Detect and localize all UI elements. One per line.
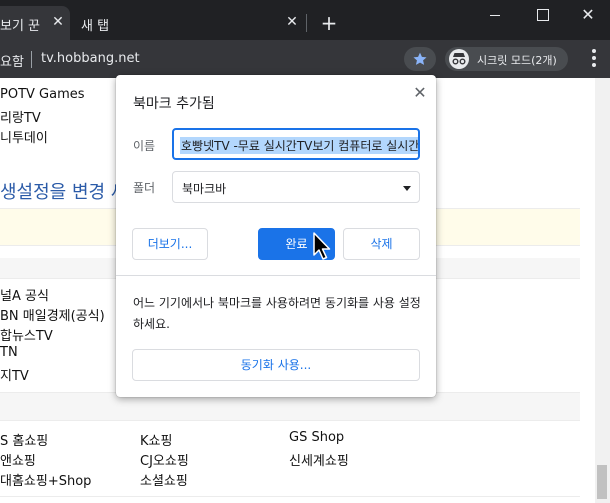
shopping-link[interactable]: S 홈쇼핑 [0, 430, 48, 449]
omnibox-separator [31, 51, 32, 68]
shopping-link[interactable]: 앤쇼핑 [0, 450, 36, 469]
shopping-link[interactable]: 소셜쇼핑 [140, 470, 188, 489]
scrollbar-thumb[interactable] [597, 465, 607, 499]
page-scrollbar[interactable] [595, 78, 610, 503]
folder-select[interactable]: 북마크바 [172, 171, 420, 203]
chevron-down-icon [403, 186, 411, 191]
security-indicator[interactable]: 요함 [0, 51, 24, 70]
incognito-button[interactable]: 시크릿 모드(2개) [445, 47, 568, 71]
incognito-icon [449, 49, 469, 69]
bookmark-star-button[interactable] [404, 47, 436, 71]
channel-link[interactable]: 널A 공식 [0, 285, 49, 304]
channel-link[interactable]: 합뉴스TV [0, 325, 53, 344]
window-close-button[interactable]: ✕ [573, 4, 603, 26]
name-label: 이름 [133, 139, 156, 153]
more-button[interactable]: 더보기... [132, 228, 208, 260]
divider [0, 496, 580, 497]
channel-link[interactable]: 니투데이 [0, 127, 48, 146]
bookmark-name-value: 호빵넷TV -무료 실시간TV보기 컴퓨터로 실시간 [180, 137, 420, 154]
tab-title: 새 탭 [81, 19, 110, 34]
channel-link[interactable]: 리랑TV [0, 107, 41, 126]
bookmark-added-dialog: 북마크 추가됨 ✕ 이름 호빵넷TV -무료 실시간TV보기 컴퓨터로 실시간 … [116, 75, 436, 397]
incognito-label: 시크릿 모드(2개) [477, 54, 557, 67]
tab-close-icon[interactable]: ✕ [50, 14, 66, 30]
channel-link[interactable]: POTV Games [0, 87, 85, 102]
address-bar[interactable]: tv.hobbang.net [41, 51, 140, 66]
folder-label: 폴더 [133, 181, 156, 195]
new-tab-button[interactable]: + [318, 12, 340, 34]
bookmark-name-input[interactable]: 호빵넷TV -무료 실시간TV보기 컴퓨터로 실시간 [172, 128, 420, 160]
tab-strip: 보기 꾼 ✕ 새 탭 ✕ + ✕ [0, 0, 610, 40]
tab-title: 보기 꾼 [0, 19, 41, 34]
tab-new[interactable]: 새 탭 ✕ [76, 6, 306, 40]
mouse-cursor-icon [313, 232, 331, 260]
folder-value: 북마크바 [182, 182, 227, 196]
bookmark-star-icon [413, 52, 427, 65]
minimize-button[interactable] [480, 4, 510, 26]
channel-link[interactable]: BN 매일경제(공식) [0, 305, 105, 324]
enable-sync-button[interactable]: 동기화 사용... [132, 349, 420, 381]
tab-separator [306, 14, 307, 32]
shopping-link[interactable]: GS Shop [289, 430, 344, 445]
maximize-button[interactable] [527, 4, 557, 26]
dialog-title: 북마크 추가됨 [133, 96, 215, 112]
browser-toolbar: 요함 tv.hobbang.net 시크릿 모드(2개) [0, 40, 610, 78]
shopping-link[interactable]: 대홈쇼핑+Shop [0, 470, 91, 489]
dialog-divider [116, 275, 436, 276]
tab-close-icon[interactable]: ✕ [284, 14, 300, 30]
delete-button[interactable]: 삭제 [343, 228, 420, 260]
shopping-link[interactable]: K쇼핑 [140, 430, 172, 449]
tab-current[interactable]: 보기 꾼 ✕ [0, 6, 70, 40]
shopping-link[interactable]: CJ오쇼핑 [140, 450, 189, 469]
menu-dots-icon[interactable] [592, 49, 598, 69]
channel-link[interactable]: TN [0, 345, 18, 360]
sync-promo-text: 어느 기기에서나 북마크를 사용하려면 동기화를 사용 설정하세요. [133, 296, 421, 331]
close-icon[interactable]: ✕ [410, 83, 430, 103]
shopping-link[interactable]: 신세계쇼핑 [289, 450, 349, 469]
channel-link[interactable]: 지TV [0, 365, 29, 384]
